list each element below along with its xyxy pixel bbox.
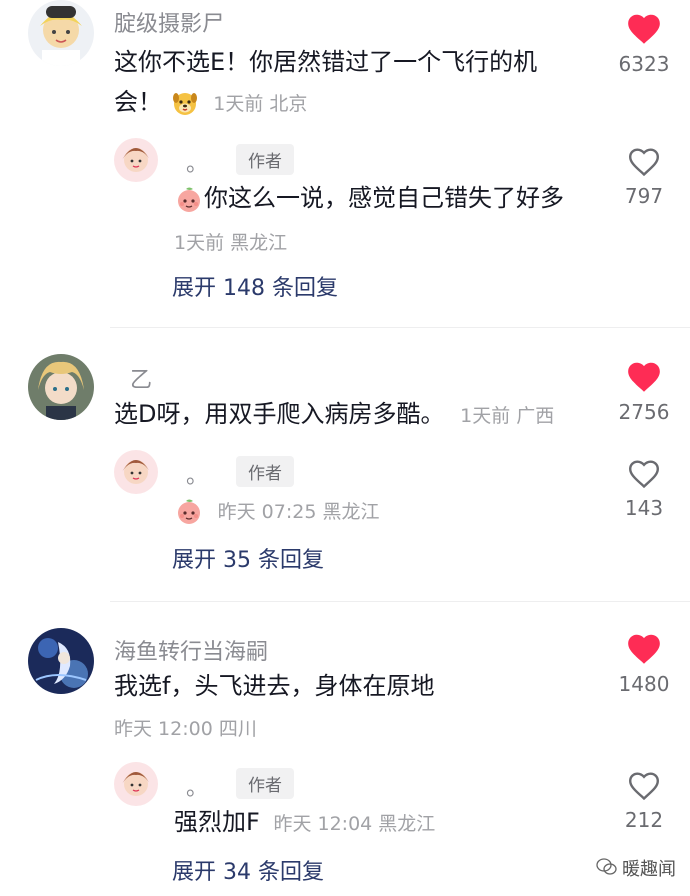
comment-username[interactable]: 乙: [130, 362, 152, 394]
author-badge: 作者: [236, 768, 294, 799]
heart-filled-icon: [625, 358, 663, 396]
comment-username[interactable]: 腚级摄影尸: [114, 6, 224, 38]
heart-outline-icon: [626, 456, 662, 492]
comment-text-row: 选D呀，用双手爬入病房多酷。 1天前 广西: [114, 394, 554, 436]
author-avatar[interactable]: [114, 762, 158, 806]
peach-emoji-icon: [174, 496, 204, 526]
expand-replies-link[interactable]: 展开 34 条回复: [172, 854, 324, 886]
avatar[interactable]: [28, 0, 94, 66]
reply-like-count: 212: [624, 808, 664, 832]
author-badge: 作者: [236, 456, 294, 487]
reply-text-row: 你这么一说，感觉自己错失了好多: [174, 178, 564, 218]
heart-outline-icon: [626, 768, 662, 804]
reply-text-row: 昨天 07:25 黑龙江: [174, 490, 379, 532]
avatar[interactable]: [28, 628, 94, 694]
reply-meta: 昨天 07:25 黑龙江: [217, 501, 380, 523]
reply-like-count: 143: [624, 496, 664, 520]
like-count: 6323: [618, 52, 670, 76]
author-avatar[interactable]: [114, 138, 158, 182]
heart-filled-icon: [625, 10, 663, 48]
comment-text: 我选f，头飞进去，身体在原地: [114, 672, 435, 700]
wechat-icon: [596, 857, 618, 882]
watermark-text: 暖趣闻: [622, 858, 676, 880]
comment-meta: 1天前 广西: [460, 405, 555, 427]
like-button[interactable]: 2756: [604, 358, 684, 424]
reply-meta: 1天前 黑龙江: [174, 232, 288, 254]
comment-text: 选D呀，用双手爬入病房多酷。: [114, 400, 445, 428]
comment-text-line2-content: 会！: [114, 88, 162, 116]
reply-like-button[interactable]: 797: [604, 144, 684, 208]
reply-like-count: 797: [624, 184, 664, 208]
expand-replies-link[interactable]: 展开 148 条回复: [172, 270, 338, 302]
reply-like-button[interactable]: 143: [604, 456, 684, 520]
avatar[interactable]: [28, 354, 94, 420]
like-count: 2756: [618, 400, 670, 424]
comment-meta: 1天前 北京: [213, 93, 308, 115]
heart-filled-icon: [625, 630, 663, 668]
divider: [110, 327, 690, 328]
expand-replies-link[interactable]: 展开 35 条回复: [172, 542, 324, 574]
author-badge: 作者: [236, 144, 294, 175]
reply-text: 你这么一说，感觉自己错失了好多: [204, 184, 564, 212]
comment-text: 这你不选E！你居然错过了一个飞行的机: [114, 48, 538, 76]
divider: [110, 601, 690, 602]
reply-text: 强烈加F: [174, 808, 260, 836]
dog-emoji-icon: [170, 88, 200, 118]
comment-text-line2: 会！ 1天前 北京: [114, 82, 307, 124]
like-count: 1480: [618, 672, 670, 696]
comment-username[interactable]: 海鱼转行当海嗣: [114, 634, 268, 666]
reply-username[interactable]: 。: [186, 770, 208, 802]
reply-username[interactable]: 。: [186, 458, 208, 490]
like-button[interactable]: 1480: [604, 630, 684, 696]
like-button[interactable]: 6323: [604, 10, 684, 76]
reply-meta: 昨天 12:04 黑龙江: [273, 813, 436, 835]
reply-like-button[interactable]: 212: [604, 768, 684, 832]
comment-meta: 昨天 12:00 四川: [114, 718, 257, 740]
reply-username[interactable]: 。: [186, 146, 208, 178]
reply-text-row: 强烈加F 昨天 12:04 黑龙江: [174, 802, 435, 844]
peach-emoji-icon: [174, 184, 204, 214]
heart-outline-icon: [626, 144, 662, 180]
author-avatar[interactable]: [114, 450, 158, 494]
watermark: 暖趣闻: [596, 855, 676, 883]
